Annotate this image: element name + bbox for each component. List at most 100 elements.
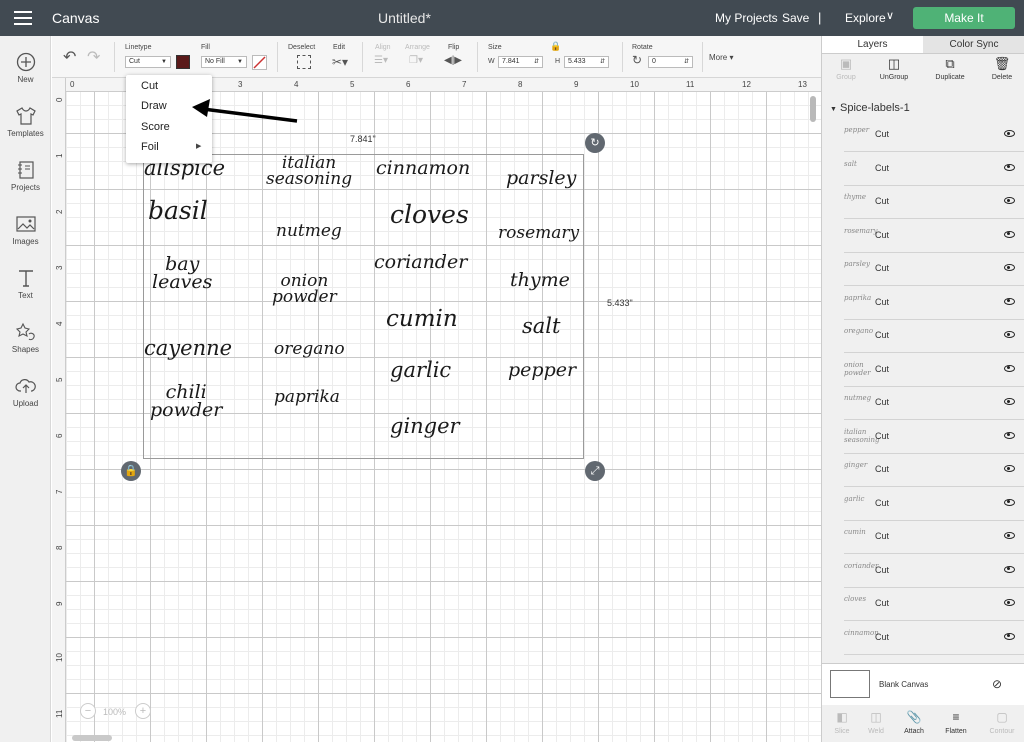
design-text-element[interactable]: coriander [374,252,467,271]
attach-button[interactable]: 📎 Attach [894,706,934,735]
sidebar-item-upload[interactable]: Upload [0,376,51,408]
weld-button[interactable]: ◫ Weld [856,706,896,735]
design-text-element[interactable]: onion powder [272,272,337,305]
sidebar-item-new[interactable]: New [0,52,51,84]
height-input[interactable]: 5.433 ⇵ [564,56,609,68]
sidebar-item-images[interactable]: Images [0,214,51,246]
eye-icon[interactable] [1004,532,1015,539]
design-text-element[interactable]: nutmeg [276,222,342,239]
design-text-element[interactable]: garlic [390,360,451,381]
eye-icon[interactable] [1004,230,1015,238]
layer-row[interactable]: cloves Cut [844,587,1024,621]
make-it-button[interactable]: Make It [913,7,1015,29]
sidebar-item-shapes[interactable]: Shapes [0,322,51,354]
design-text-element[interactable]: bay leaves [152,254,212,291]
layer-row[interactable]: ginger Cut [844,453,1024,487]
eye-icon[interactable] [1004,632,1015,640]
design-text-element[interactable]: ginger [390,416,460,437]
linetype-select[interactable]: Cut ▼ [125,56,171,68]
layer-row[interactable]: oregano Cut [844,319,1024,353]
eye-icon[interactable] [1004,163,1015,171]
design-text-element[interactable]: pepper [508,360,576,379]
layer-row[interactable]: paprika Cut [844,286,1024,320]
blank-canvas-swatch[interactable] [830,670,870,698]
eye-icon[interactable] [1004,465,1015,472]
undo-icon[interactable]: ↶ [63,47,76,67]
eye-icon[interactable] [1004,364,1015,372]
eye-icon[interactable] [1004,498,1015,506]
layer-row[interactable]: rosemary Cut [844,219,1024,253]
design-text-element[interactable]: basil [148,198,208,223]
menu-item-foil[interactable]: Foil [141,141,159,153]
hamburger-menu-icon[interactable] [14,11,32,25]
eye-icon[interactable] [1004,565,1015,573]
eye-icon[interactable] [1004,264,1015,271]
chevron-down-icon[interactable]: ∨ [886,9,894,22]
rotate-handle-icon[interactable]: ↻ [585,133,605,153]
layer-row[interactable]: garlic Cut [844,487,1024,521]
tab-color-sync[interactable]: Color Sync [923,36,1024,54]
eye-icon[interactable] [1004,130,1015,137]
layer-row[interactable]: parsley Cut [844,252,1024,286]
flip-icon[interactable]: ◀|▶ [444,55,462,66]
eye-icon[interactable] [1004,331,1015,338]
no-fill-swatch-icon[interactable] [252,55,267,70]
design-text-element[interactable]: cloves [390,202,469,227]
layer-row[interactable]: coriander Cut [844,554,1024,588]
layer-row[interactable]: pepper Cut [844,118,1024,152]
design-text-element[interactable]: cayenne [144,338,232,359]
horizontal-scrollbar[interactable] [72,735,112,741]
eye-icon[interactable] [1004,398,1015,405]
menu-item-draw[interactable]: Draw [141,100,167,112]
ungroup-button[interactable]: ◫ UnGroup [870,56,918,81]
selected-design-bounding-box[interactable]: allspice italian seasoning cinnamon parsley… [143,154,584,459]
eye-icon[interactable] [1004,431,1015,439]
design-text-element[interactable]: paprika [274,388,340,405]
stepper-icon[interactable]: ⇵ [534,57,539,67]
zoom-out-button[interactable]: − [80,703,96,719]
linetype-color-swatch[interactable] [176,55,190,69]
layer-row[interactable]: cinnamon Cut [844,621,1024,655]
lock-ratio-icon[interactable]: 🔒 [550,41,561,52]
design-text-element[interactable]: salt [522,316,560,337]
resize-handle-icon[interactable]: ⤢ [585,461,605,481]
delete-button[interactable]: 🗑 Delete [978,56,1024,81]
flatten-button[interactable]: ≡ Flatten [936,706,976,735]
design-text-element[interactable]: parsley [506,168,576,187]
vertical-scrollbar[interactable] [810,96,816,122]
design-text-element[interactable]: italian seasoning [266,154,352,187]
sidebar-item-projects[interactable]: Projects [0,160,51,192]
deselect-icon[interactable] [297,55,311,69]
duplicate-button[interactable]: ⧉ Duplicate [926,56,974,81]
sidebar-item-templates[interactable]: Templates [0,106,51,138]
sidebar-item-text[interactable]: Text [0,268,51,300]
design-text-element[interactable]: rosemary [498,224,579,241]
width-input[interactable]: 7.841 ⇵ [498,56,543,68]
eye-slash-icon[interactable]: ⊘ [992,677,1002,691]
design-text-element[interactable]: cumin [386,308,458,331]
layer-row[interactable]: salt Cut [844,152,1024,186]
redo-icon[interactable]: ↷ [87,47,100,67]
tab-layers[interactable]: Layers [822,36,923,54]
group-button[interactable]: ▣ Group [822,56,870,81]
fill-select[interactable]: No Fill ▼ [201,56,247,68]
layer-group-row[interactable]: ▼ Spice-labels-1 [822,98,1024,118]
eye-icon[interactable] [1004,197,1015,204]
layer-row[interactable]: onion powder Cut [844,353,1024,387]
collapse-caret-icon[interactable]: ▼ [830,106,837,113]
layer-row[interactable]: thyme Cut [844,185,1024,219]
rotate-input[interactable]: 0 ⇵ [648,56,693,68]
design-text-element[interactable]: thyme [510,270,570,289]
eye-icon[interactable] [1004,599,1015,606]
zoom-in-button[interactable]: + [135,703,151,719]
layer-row[interactable]: cumin Cut [844,520,1024,554]
save-button[interactable]: Save [782,11,809,25]
blank-canvas-row[interactable]: Blank Canvas ⊘ [822,663,1024,705]
explore-menu[interactable]: Explore [845,11,886,25]
menu-item-score[interactable]: Score [141,121,170,133]
menu-item-cut[interactable]: Cut [141,80,158,92]
design-text-element[interactable]: oregano [274,340,345,357]
my-projects-link[interactable]: My Projects [715,11,778,25]
lock-handle-icon[interactable]: 🔒 [121,461,141,481]
align-icon[interactable]: ☰▾ [374,55,388,66]
